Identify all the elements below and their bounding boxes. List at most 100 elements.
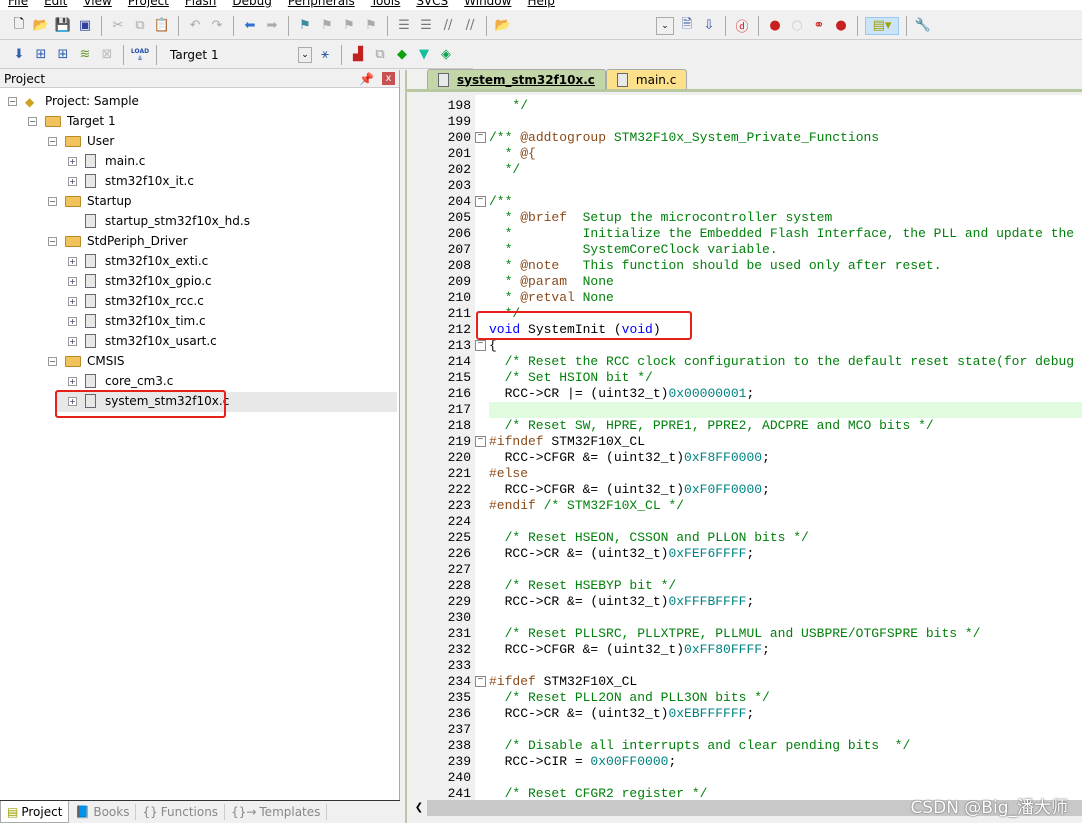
unindent-icon[interactable]: ☰ [417,17,435,35]
new-file-icon[interactable]: 🗋 [10,17,28,35]
expand-icon[interactable]: + [68,276,77,286]
run-time-environment-icon[interactable]: ◈ [437,46,455,64]
tab-project[interactable]: ▤ Project [0,801,70,823]
next-bookmark-icon[interactable]: ⚑ [340,17,358,35]
expand-icon[interactable]: + [68,336,77,346]
tree-item[interactable]: − StdPeriph_Driver [48,231,188,251]
menu-project[interactable]: Project [120,0,177,10]
open-folder-icon[interactable]: 📂 [32,17,50,35]
expand-icon[interactable]: + [68,256,77,266]
configure-wrench-icon[interactable]: 🔧 [914,17,932,35]
breakpoint-icon[interactable]: ● [766,17,784,35]
tab-books[interactable]: 📘 Books [69,804,137,820]
fold-collapse-icon[interactable]: − [475,132,486,143]
tree-item[interactable]: + stm32f10x_tim.c [68,311,206,331]
collapse-icon[interactable]: − [48,356,57,366]
collapse-icon[interactable]: − [48,136,57,146]
menu-help[interactable]: Help [519,0,562,10]
clear-bookmarks-icon[interactable]: ⚑ [362,17,380,35]
menu-debug[interactable]: Debug [224,0,279,10]
tree-item[interactable]: − CMSIS [48,351,125,371]
scroll-left-icon[interactable]: ❮ [411,800,427,816]
collapse-icon[interactable]: − [28,116,37,126]
menu-edit[interactable]: Edit [36,0,75,10]
tree-item[interactable]: − User [48,131,114,151]
fold-collapse-icon[interactable]: − [475,196,486,207]
expand-icon[interactable]: + [68,316,77,326]
select-packs-icon[interactable]: ⧉ [371,46,389,64]
pack-installer-icon[interactable]: ▼ [415,46,433,64]
save-all-icon[interactable]: ▣ [76,17,94,35]
menu-window[interactable]: Window [456,0,519,10]
menu-flash[interactable]: Flash [177,0,224,10]
tree-item[interactable]: − Target 1 [28,111,116,131]
tree-item[interactable]: + stm32f10x_usart.c [68,331,217,351]
editor-tab-system_stm32f10x-c[interactable]: system_stm32f10x.c [427,69,606,89]
navigate-forward-icon[interactable]: ➡ [263,17,281,35]
tree-item[interactable]: + core_cm3.c [68,371,173,391]
tree-item[interactable]: − ◆ Project: Sample [8,91,139,111]
redo-icon[interactable]: ↷ [208,17,226,35]
manage-rte-icon[interactable]: ◆ [393,46,411,64]
incremental-find-icon[interactable]: ⇩ [700,17,718,35]
indent-icon[interactable]: ☰ [395,17,413,35]
tree-item[interactable]: + stm32f10x_it.c [68,171,194,191]
kill-breakpoints-icon[interactable]: ● [832,17,850,35]
window-layout-icon[interactable]: ▤▾ [865,16,899,35]
build-icon[interactable]: ⊞ [32,46,50,64]
code-editor[interactable]: 198 199 200 201 202 203 204 205 206 207 208 209 210 2… [411,95,1082,800]
tab-templates[interactable]: {}→ Templates [225,804,328,820]
tree-item[interactable]: + stm32f10x_gpio.c [68,271,212,291]
tree-item[interactable]: startup_stm32f10x_hd.s [68,211,250,231]
tree-item[interactable]: − Startup [48,191,132,211]
expand-icon[interactable]: + [68,376,77,386]
disable-all-breakpoints-icon[interactable]: ⚭ [810,17,828,35]
expand-icon[interactable]: + [68,176,77,186]
find-icon[interactable]: 🗎 [678,17,696,35]
manage-components-icon[interactable]: ▟ [349,46,367,64]
menu-file[interactable]: File [0,0,36,10]
pin-icon[interactable]: 📌 [359,72,374,86]
tab-functions[interactable]: {} Functions [136,804,226,820]
uncomment-icon[interactable]: // [461,17,479,35]
file-icon [85,254,96,268]
undo-icon[interactable]: ↶ [186,17,204,35]
chevron-down-icon[interactable]: ⌄ [298,46,312,63]
copy-icon[interactable]: ⧉ [131,17,149,35]
collapse-icon[interactable]: − [8,96,17,106]
debug-session-icon[interactable]: ⓓ [733,17,751,35]
menu-svcs[interactable]: SVCS [408,0,456,10]
collapse-icon[interactable]: − [48,236,57,246]
target-select[interactable]: Target 1 ⌄ [164,44,312,65]
find-in-files-icon[interactable]: 📂 [494,17,512,35]
collapse-icon[interactable]: − [48,196,57,206]
cut-icon[interactable]: ✂ [109,17,127,35]
fold-collapse-icon[interactable]: − [475,436,486,447]
menu-tools[interactable]: Tools [363,0,409,10]
fold-collapse-icon[interactable]: − [475,676,486,687]
translate-icon[interactable]: ⬇ [10,46,28,64]
editor-tab-main-c[interactable]: main.c [605,69,688,89]
bookmark-icon[interactable]: ⚑ [296,17,314,35]
expand-icon[interactable]: + [68,296,77,306]
batch-build-icon[interactable]: ≋ [76,46,94,64]
target-options-icon[interactable]: ⚹ [316,46,334,64]
disable-breakpoint-icon[interactable]: ○ [788,17,806,35]
navigate-back-icon[interactable]: ⬅ [241,17,259,35]
menu-peripherals[interactable]: Peripherals [280,0,363,10]
rebuild-icon[interactable]: ⊞ [54,46,72,64]
load-download-icon[interactable]: LOAD ⇊ [131,46,149,64]
comment-icon[interactable]: // [439,17,457,35]
menu-view[interactable]: View [75,0,119,10]
fold-collapse-icon[interactable]: − [475,340,486,351]
prev-bookmark-icon[interactable]: ⚑ [318,17,336,35]
save-icon[interactable]: 💾 [54,17,72,35]
tree-item[interactable]: + main.c [68,151,145,171]
paste-icon[interactable]: 📋 [153,17,171,35]
expand-icon[interactable]: + [68,156,77,166]
tree-item[interactable]: + stm32f10x_exti.c [68,251,208,271]
find-dropdown[interactable]: ⌄ [656,16,674,35]
close-panel-button[interactable]: x [382,72,395,85]
stop-build-icon[interactable]: ⊠ [98,46,116,64]
tree-item[interactable]: + stm32f10x_rcc.c [68,291,204,311]
